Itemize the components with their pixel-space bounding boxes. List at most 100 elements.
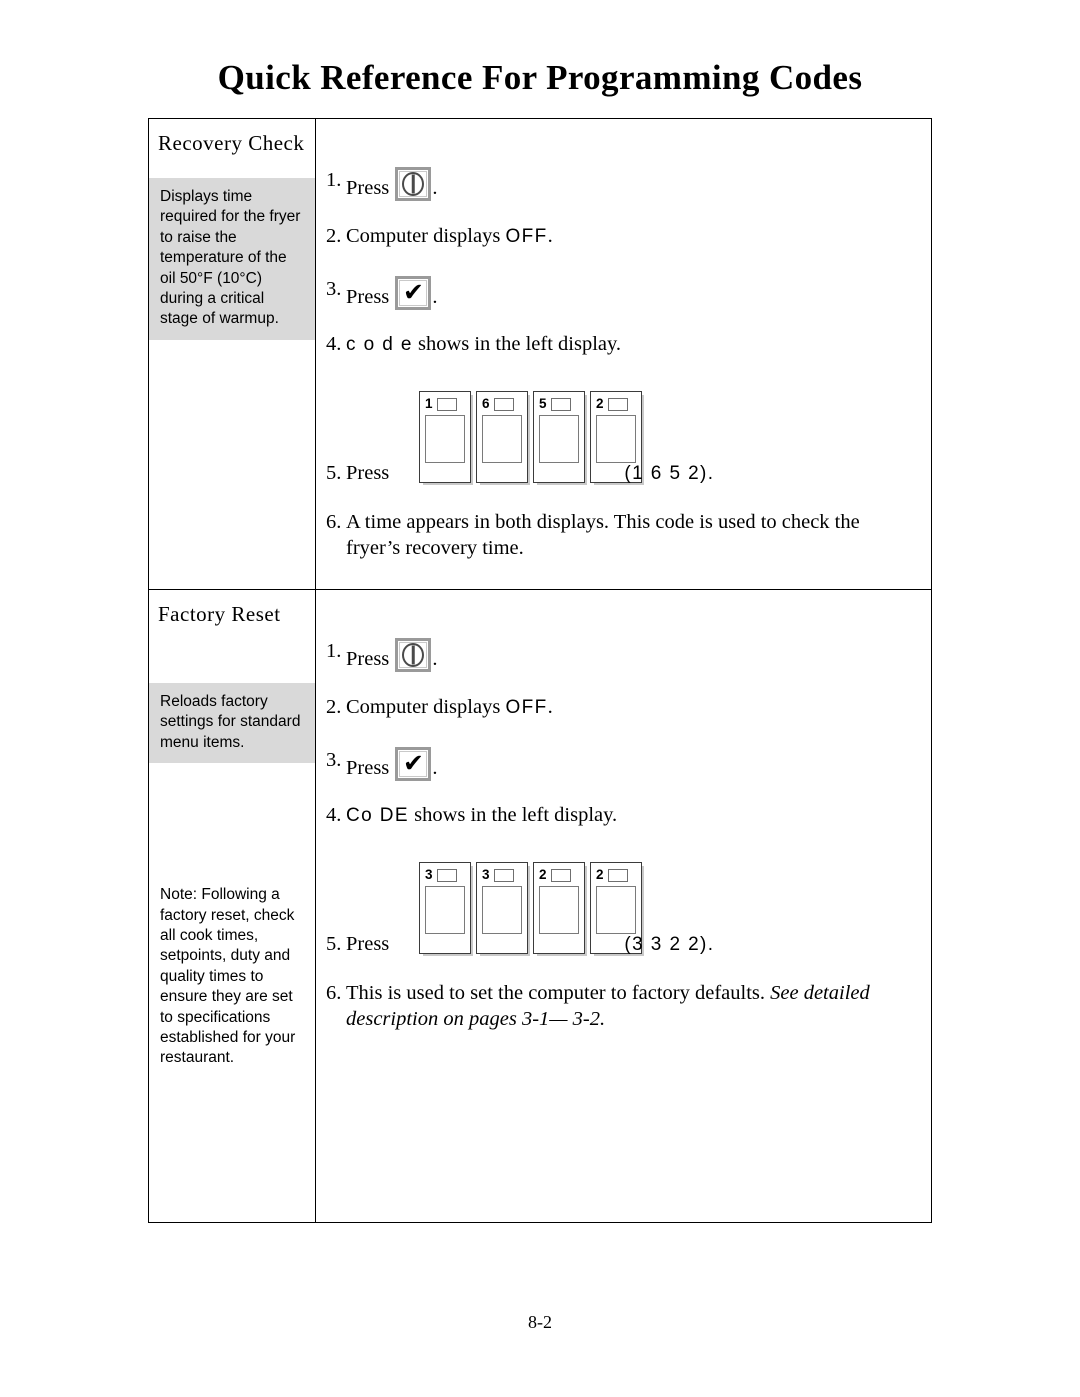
programming-codes-table: Recovery Check Displays time required fo…	[148, 118, 932, 1223]
step-text: c o d e shows in the left display.	[346, 331, 931, 358]
step-label: Press	[346, 462, 390, 484]
keycap-indicator-box	[550, 397, 571, 411]
step-item: 2. Computer displays OFF.	[316, 223, 931, 250]
keycap-indicator-box	[550, 868, 571, 882]
table-row-recovery-check: Recovery Check Displays time required fo…	[149, 119, 931, 589]
step-period: .	[547, 225, 553, 247]
power-button-icon[interactable]	[395, 167, 432, 201]
step-period: .	[432, 648, 438, 670]
keycap-indicator-box	[493, 397, 514, 411]
keycap-indicator-box	[436, 397, 457, 411]
step-number: 4.	[326, 333, 342, 355]
step-number: 6.	[326, 511, 342, 533]
keypad-code-label: (3 3 2 2).	[624, 934, 715, 955]
step-text: Press (3 3 2 2).	[346, 931, 931, 958]
step-label: Press	[346, 177, 390, 199]
step-item: 6. This is used to set the computer to f…	[316, 980, 931, 1032]
step-number: 5.	[326, 933, 342, 955]
step-number: 5.	[326, 462, 342, 484]
power-bar-shape	[412, 645, 415, 665]
step-label: Computer displays	[346, 225, 501, 247]
power-button-icon[interactable]	[395, 638, 432, 672]
page-title: Quick Reference For Programming Codes	[217, 58, 863, 97]
step-text: Press .	[346, 638, 931, 672]
table-row-factory-reset: Factory Reset Reloads factory settings f…	[149, 589, 931, 1222]
keycap-display-window	[539, 415, 579, 463]
checkmark-button-icon[interactable]: ✔	[395, 276, 432, 310]
section-title-recovery-check: Recovery Check	[158, 131, 305, 155]
step-number: 3.	[326, 749, 342, 771]
step-item: 5. Press (3 3 2 2).	[316, 931, 931, 958]
step-label: Computer displays	[346, 696, 501, 718]
keycap-indicator-box	[493, 868, 514, 882]
step-number: 3.	[326, 278, 342, 300]
keycap-display-window	[482, 415, 522, 463]
keycap-header: 2	[596, 867, 636, 883]
keycap-header: 2	[539, 867, 579, 883]
factory-reset-steps-cell: 1. Press . 2. Computer displays OFF. 3. …	[316, 590, 931, 1222]
section-title-factory-reset: Factory Reset	[158, 602, 281, 626]
keycap-header: 6	[482, 396, 522, 412]
recovery-check-left-cell: Recovery Check Displays time required fo…	[149, 119, 316, 589]
step-item: 2. Computer displays OFF.	[316, 694, 931, 721]
keycap-digit: 2	[596, 867, 604, 883]
step-period: .	[547, 696, 553, 718]
keycap-display-window	[482, 886, 522, 934]
step-number: 6.	[326, 982, 342, 1004]
keycap-digit: 1	[425, 396, 433, 412]
step-period: .	[432, 757, 438, 779]
checkmark-glyph: ✔	[402, 277, 424, 307]
step-period: .	[432, 286, 438, 308]
display-word-code: c o d e	[346, 334, 413, 355]
step-label: Press	[346, 933, 390, 955]
display-word-code: Co DE	[346, 805, 409, 826]
checkmark-button-icon[interactable]: ✔	[395, 747, 432, 781]
keycap-indicator-box	[436, 868, 457, 882]
step-number: 1.	[326, 169, 342, 191]
step-item: 1. Press .	[316, 638, 931, 672]
step-item: 4. Co DE shows in the left display.	[316, 802, 931, 829]
display-word-off: OFF	[505, 226, 548, 247]
keycap-display-window	[539, 886, 579, 934]
keycap-display-window	[596, 415, 636, 463]
step-text: Press (1 6 5 2).	[346, 460, 931, 487]
step-text: This is used to set the computer to fact…	[346, 980, 931, 1032]
keycap-display-window	[425, 886, 465, 934]
checkmark-glyph: ✔	[402, 748, 424, 778]
step-number: 2.	[326, 696, 342, 718]
step-number: 1.	[326, 640, 342, 662]
step-number: 4.	[326, 804, 342, 826]
keycap-digit: 3	[482, 867, 490, 883]
display-word-off: OFF	[505, 697, 548, 718]
recovery-check-description: Displays time required for the fryer to …	[149, 178, 315, 340]
page-number: 8-2	[528, 1312, 552, 1332]
step-text: Press ✔ .	[346, 747, 931, 781]
keycap-digit: 6	[482, 396, 490, 412]
keycap-display-window	[596, 886, 636, 934]
keycap-header: 2	[596, 396, 636, 412]
power-bar-shape	[412, 174, 415, 194]
keycap-header: 3	[482, 867, 522, 883]
keycap-header: 5	[539, 396, 579, 412]
step-text: A time appears in both displays. This co…	[346, 511, 860, 559]
step-item: 1. Press .	[316, 167, 931, 201]
keycap-indicator-box	[607, 397, 628, 411]
step-item: 4. c o d e shows in the left display.	[316, 331, 931, 358]
step-text: Press .	[346, 167, 931, 201]
step-number: 2.	[326, 225, 342, 247]
recovery-check-steps-cell: 1. Press . 2. Computer displays OFF. 3. …	[316, 119, 931, 589]
step-label: This is used to set the computer to fact…	[346, 982, 766, 1004]
keycap-digit: 2	[539, 867, 547, 883]
factory-reset-left-cell: Factory Reset Reloads factory settings f…	[149, 590, 316, 1222]
keycap-display-window	[425, 415, 465, 463]
step-item: 5. Press (1 6 5 2).	[316, 460, 931, 487]
keycap-digit: 3	[425, 867, 433, 883]
step-text: Co DE shows in the left display.	[346, 802, 931, 829]
step-label: shows in the left display.	[414, 804, 618, 826]
keycap-digit: 5	[539, 396, 547, 412]
step-label: Press	[346, 648, 390, 670]
step-text: Press ✔ .	[346, 276, 931, 310]
keycap-header: 1	[425, 396, 465, 412]
step-label: Press	[346, 286, 390, 308]
keycap-header: 3	[425, 867, 465, 883]
